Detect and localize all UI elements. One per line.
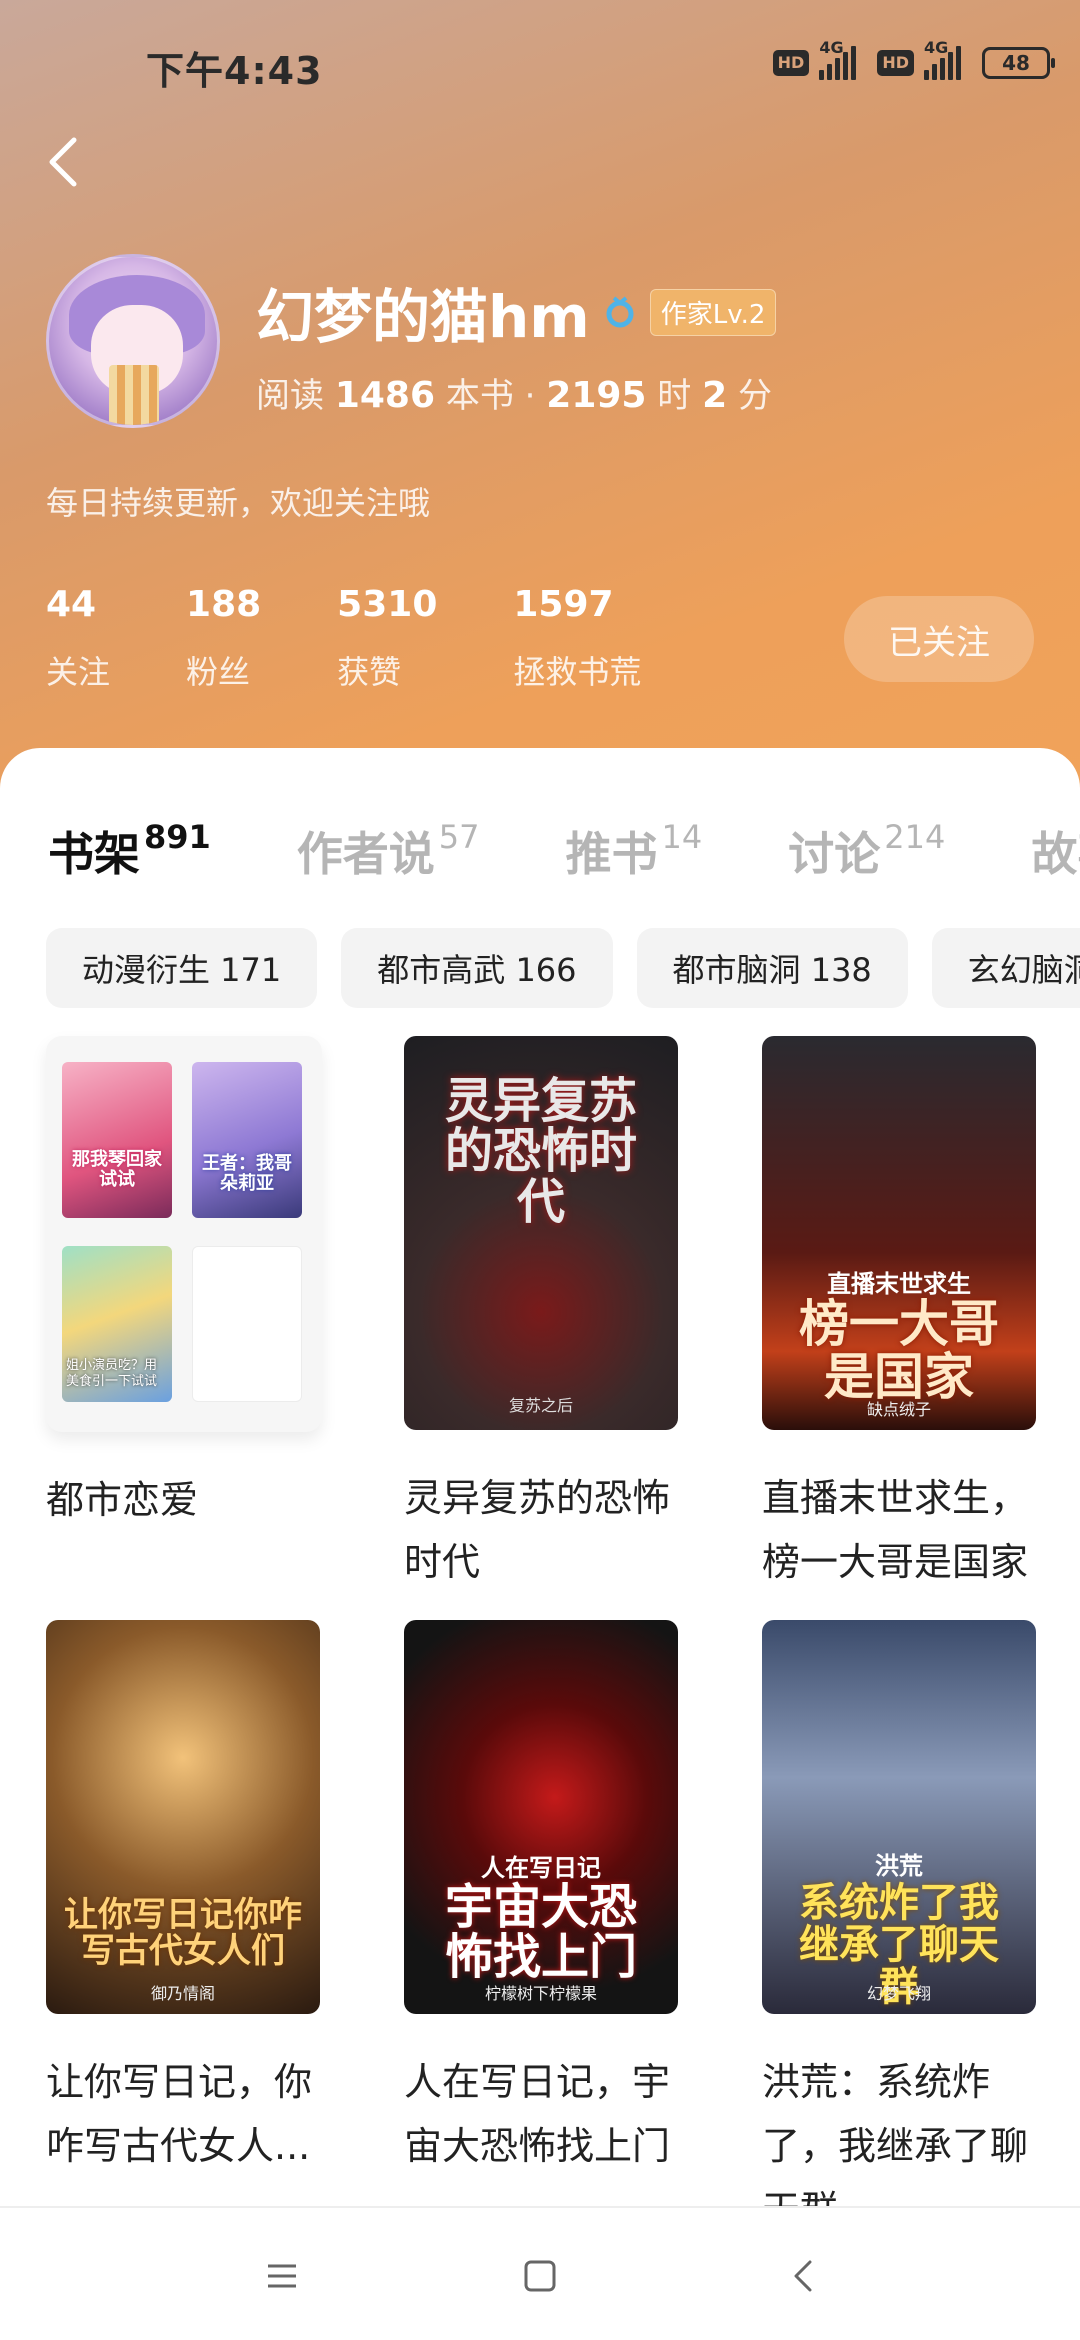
book-title: 让你写日记，你咋写古代女人... — [46, 2060, 313, 2168]
cover-subtitle: 洪荒 — [875, 1852, 923, 1880]
book-card[interactable]: 洪荒 系统炸了我继承了聊天群 幻梦飞翔 洪荒：系统炸了，我继承了聊天群 — [762, 1620, 1036, 2242]
home-icon[interactable] — [520, 2256, 560, 2296]
book-card[interactable]: 人在写日记 宇宙大恐怖找上门 柠檬树下柠檬果 人在写日记，宇宙大恐怖找上门 — [404, 1620, 678, 2178]
chip-urban-brainhole[interactable]: 都市脑洞 138 — [636, 928, 908, 1008]
cover-subtitle: 人在写日记 — [481, 1854, 601, 1882]
profile-stats: 44 关注 188 粉丝 5310 获赞 1597 拯救书荒 — [46, 584, 717, 693]
reading-prefix: 阅读 — [256, 376, 324, 416]
chip-fantasy-brainhole[interactable]: 玄幻脑洞 — [931, 928, 1080, 1008]
cover-author: 柠檬树下柠檬果 — [484, 1984, 597, 2003]
reading-stats: 阅读 1486 本书 · 2195 时 2 分 — [256, 368, 772, 417]
chip-urban-martial[interactable]: 都市高武 166 — [341, 928, 613, 1008]
stat-label: 关注 — [46, 653, 111, 691]
book-cover: 让你写日记你咋写古代女人们 御乃情阁 — [46, 1620, 320, 2014]
battery-icon: 48 — [982, 47, 1055, 79]
follow-button[interactable]: 已关注 — [844, 596, 1034, 682]
tab-bookshelf[interactable]: 书架 891 — [48, 818, 211, 884]
level-badge: 作家Lv.2 — [649, 288, 777, 336]
tab-discussion[interactable]: 讨论 214 — [788, 818, 945, 884]
cover-author: 复苏之后 — [508, 1396, 573, 1415]
cover-title: 榜一大哥是国家 — [799, 1294, 999, 1406]
book-title: 人在写日记，宇宙大恐怖找上门 — [404, 2060, 671, 2168]
status-time: 下午4:43 — [146, 49, 323, 93]
folder-cover: 那我琴回家试试 王者：我哥朵莉亚 姐小演员吃？用美食引一下试试 — [46, 1036, 322, 1432]
tab-count: 57 — [438, 818, 480, 856]
reading-hours: 2195 — [546, 375, 647, 416]
gender-female-icon — [606, 296, 634, 328]
tab-label: 书架 — [48, 827, 140, 881]
hd-badge: HD — [772, 50, 810, 76]
mini-cover: 王者：我哥朵莉亚 — [192, 1062, 302, 1218]
book-title: 都市恋爱 — [46, 1478, 199, 1522]
mini-cover-title: 姐小演员吃？用美食引一下试试 — [66, 1358, 158, 1389]
book-cover: 人在写日记 宇宙大恐怖找上门 柠檬树下柠檬果 — [404, 1620, 678, 2014]
stat-value: 188 — [186, 584, 262, 625]
bio: 每日持续更新，欢迎关注哦 — [46, 484, 431, 522]
stat-value: 44 — [46, 584, 97, 625]
reading-books-count: 1486 — [334, 375, 436, 416]
stat-value: 1597 — [513, 584, 614, 625]
reading-minutes-unit: 分 — [737, 376, 772, 416]
book-title: 灵异复苏的恐怖时代 — [404, 1476, 671, 1584]
username: 幻梦的猫hm — [256, 283, 590, 351]
book-folder[interactable]: 那我琴回家试试 王者：我哥朵莉亚 姐小演员吃？用美食引一下试试 都市恋爱 — [46, 1036, 322, 1532]
cover-author: 缺点绒子 — [866, 1400, 931, 1419]
cover-title: 宇宙大恐怖找上门 — [444, 1879, 637, 1986]
mini-cover-empty — [192, 1246, 302, 1402]
cover-author: 幻梦飞翔 — [866, 1984, 931, 2003]
cover-author: 御乃情阁 — [150, 1984, 215, 2003]
book-card[interactable]: 直播末世求生 榜一大哥是国家 缺点绒子 直播末世求生，榜一大哥是国家 — [762, 1036, 1036, 1594]
network-type: 4G — [819, 38, 844, 57]
stat-label: 拯救书荒 — [513, 653, 642, 691]
tab-author-says[interactable]: 作者说 57 — [297, 818, 480, 884]
menu-icon[interactable] — [262, 2256, 302, 2296]
tab-story[interactable]: 故事 — [1031, 818, 1080, 884]
tab-count: 891 — [144, 818, 211, 856]
stat-rescue[interactable]: 1597 拯救书荒 — [513, 584, 641, 693]
book-cover: 洪荒 系统炸了我继承了聊天群 幻梦飞翔 — [762, 1620, 1036, 2014]
cover-title: 灵异复苏的恐怖时代 — [444, 1073, 637, 1230]
signal-icon: 4G — [924, 38, 972, 80]
hd-badge: HD — [877, 50, 914, 76]
cover-title: 让你写日记你咋写古代女人们 — [64, 1895, 302, 1971]
tab-label: 故事 — [1031, 827, 1080, 881]
tab-label: 作者说 — [296, 827, 435, 881]
reading-hours-unit: 时 — [657, 376, 692, 416]
category-chips: 动漫衍生 171 都市高武 166 都市脑洞 138 玄幻脑洞 — [46, 928, 1080, 1008]
stat-value: 5310 — [337, 584, 438, 625]
chip-anime[interactable]: 动漫衍生 171 — [46, 928, 318, 1008]
stat-following[interactable]: 44 关注 — [46, 584, 110, 693]
tab-count: 214 — [884, 818, 946, 856]
book-cover: 直播末世求生 榜一大哥是国家 缺点绒子 — [762, 1036, 1036, 1430]
back-arrow-icon[interactable] — [42, 132, 86, 192]
stat-likes[interactable]: 5310 获赞 — [337, 584, 437, 693]
stat-label: 获赞 — [337, 653, 402, 691]
reading-books-unit: 本书 · — [445, 376, 536, 416]
book-card[interactable]: 让你写日记你咋写古代女人们 御乃情阁 让你写日记，你咋写古代女人... — [46, 1620, 320, 2178]
reading-minutes: 2 — [702, 375, 728, 416]
tab-label: 讨论 — [788, 827, 881, 881]
tab-label: 推书 — [565, 827, 658, 881]
tab-recommend[interactable]: 推书 14 — [566, 818, 703, 884]
mini-cover: 姐小演员吃？用美食引一下试试 — [62, 1246, 172, 1402]
mini-cover-title: 那我琴回家试试 — [72, 1149, 162, 1190]
mini-cover: 那我琴回家试试 — [62, 1062, 172, 1218]
signal-icon: 4G — [819, 38, 867, 80]
book-card[interactable]: 灵异复苏的恐怖时代 复苏之后 灵异复苏的恐怖时代 — [404, 1036, 678, 1594]
avatar[interactable] — [46, 254, 220, 428]
stat-label: 粉丝 — [186, 653, 251, 691]
mini-cover-title: 王者：我哥朵莉亚 — [202, 1153, 292, 1194]
status-bar: 下午4:43 HD 4G HD 4G 48 — [0, 0, 1080, 120]
book-cover: 灵异复苏的恐怖时代 复苏之后 — [404, 1036, 678, 1430]
back-icon[interactable] — [784, 2256, 824, 2296]
book-title: 直播末世求生，榜一大哥是国家 — [762, 1476, 1029, 1584]
system-nav-bar — [0, 2206, 1080, 2340]
network-type: 4G — [924, 38, 949, 57]
stat-fans[interactable]: 188 粉丝 — [186, 584, 261, 693]
tab-bar: 书架891 作者说57 推书14 讨论214 故事 — [48, 818, 1080, 884]
tab-count: 14 — [661, 818, 703, 856]
